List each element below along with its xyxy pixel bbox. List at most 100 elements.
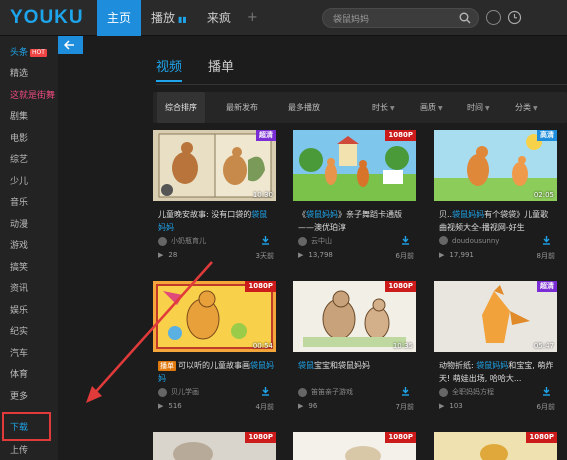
user-icon[interactable] <box>486 10 501 25</box>
playlist-tag: 播单 <box>158 361 176 371</box>
nav-laifeng[interactable]: 来疯 <box>197 0 241 36</box>
play-count-icon: ▶ <box>298 251 304 259</box>
video-meta: ▶ 516 4月前 <box>158 402 274 411</box>
uploader[interactable]: doudousunny <box>439 236 499 245</box>
download-icon[interactable] <box>401 387 410 396</box>
duration-label: 10:30 <box>252 191 273 199</box>
filter-time[interactable]: 时间 ▼ <box>467 92 490 123</box>
video-card[interactable]: 1080P <box>434 432 557 460</box>
sidebar-item-upload[interactable]: 上传 <box>10 443 28 459</box>
sidebar-item-games[interactable]: 游戏 <box>10 238 28 254</box>
uploader[interactable]: 笛笛亲子游戏 <box>298 387 353 397</box>
filter-category[interactable]: 分类 ▼ <box>515 92 538 123</box>
sidebar-item-auto[interactable]: 汽车 <box>10 346 28 362</box>
video-thumbnail[interactable]: 1080P 10:35 <box>293 281 416 352</box>
add-tab-button[interactable]: + <box>241 0 264 36</box>
video-title[interactable]: 《袋鼠妈妈》亲子舞蹈卡通版——澳优珀淳 <box>298 208 414 234</box>
filter-comprehensive[interactable]: 综合排序 <box>157 92 205 123</box>
play-count-icon: ▶ <box>439 251 445 259</box>
sidebar-item-jingxuan[interactable]: 精选 <box>10 66 28 82</box>
sidebar-item-toutiao[interactable]: 头条 HOT <box>10 45 47 61</box>
tab-divider <box>156 84 567 85</box>
filter-most-played[interactable]: 最多播放 <box>288 92 320 123</box>
sidebar-item-funny[interactable]: 搞笑 <box>10 260 28 276</box>
play-count-icon: ▶ <box>439 402 445 410</box>
sidebar-item-anime[interactable]: 动漫 <box>10 217 28 233</box>
video-meta: ▶ 13,798 6月前 <box>298 251 414 260</box>
top-bar: YOUKU 主页 播放 ▮▮ 来疯 + 袋鼠妈妈 <box>0 0 567 36</box>
sidebar-item-street-dance[interactable]: 这就是街舞 <box>10 88 55 104</box>
sidebar-item-entertainment[interactable]: 娱乐 <box>10 303 28 319</box>
quality-badge: 1080P <box>245 281 276 292</box>
sidebar-item-documentary[interactable]: 纪实 <box>10 324 28 340</box>
filter-quality[interactable]: 画质 ▼ <box>420 92 443 123</box>
collapse-sidebar-button[interactable] <box>58 36 83 54</box>
filter-duration[interactable]: 时长 ▼ <box>372 92 395 123</box>
uploader[interactable]: 贝儿学画 <box>158 387 199 397</box>
uploader[interactable]: 全职妈妈方程 <box>439 387 494 397</box>
video-title[interactable]: 动物折纸: 袋鼠妈妈和宝宝, 萌炸天! 萌娃出场, 哈哈大... <box>439 359 555 385</box>
video-title[interactable]: 袋鼠宝宝和袋鼠妈妈 <box>298 359 414 385</box>
video-thumbnail[interactable]: 超清 10:30 <box>153 130 276 201</box>
quality-badge: 1080P <box>385 432 416 443</box>
quality-badge: 1080P <box>385 130 416 141</box>
uploader-avatar-icon <box>158 387 167 397</box>
nav-play[interactable]: 播放 ▮▮ <box>141 0 197 36</box>
quality-badge: 高清 <box>537 130 557 141</box>
sidebar-item-movies[interactable]: 电影 <box>10 131 28 147</box>
sidebar: 头条 HOT 精选 这就是街舞 剧集 电影 综艺 少儿 音乐 动漫 游戏 搞笑 资… <box>0 36 58 460</box>
quality-badge: 1080P <box>245 432 276 443</box>
video-thumbnail[interactable]: 1080P <box>293 130 416 201</box>
video-thumbnail[interactable]: 超清 05:47 <box>434 281 557 352</box>
search-input[interactable]: 袋鼠妈妈 <box>322 8 479 28</box>
video-meta: ▶ 28 3天前 <box>158 251 274 260</box>
download-icon[interactable] <box>542 236 551 245</box>
sidebar-item-series[interactable]: 剧集 <box>10 109 28 125</box>
chevron-down-icon: ▼ <box>485 105 490 112</box>
search-icon[interactable] <box>459 12 471 24</box>
filter-bar: 综合排序 最新发布 最多播放 时长 ▼ 画质 ▼ 时间 ▼ 分类 ▼ <box>153 92 567 123</box>
video-thumbnail[interactable]: 1080P 00:54 <box>153 281 276 352</box>
video-meta: ▶ 96 7月前 <box>298 402 414 411</box>
sidebar-item-music[interactable]: 音乐 <box>10 195 28 211</box>
uploader[interactable]: 云中山 <box>298 236 332 246</box>
sidebar-item-sports[interactable]: 体育 <box>10 367 28 383</box>
nav-home[interactable]: 主页 <box>97 0 142 36</box>
video-title[interactable]: 播单 可以听的儿童故事画袋鼠妈妈 <box>158 359 274 385</box>
arrow-left-icon <box>63 40 74 50</box>
uploader-avatar-icon <box>439 236 448 245</box>
video-title[interactable]: 贝..袋鼠妈妈有个袋袋》儿童歌曲视频大全-播视网-好生 <box>439 208 555 234</box>
download-icon[interactable] <box>261 236 270 245</box>
uploader-avatar-icon <box>439 387 448 397</box>
history-clock-icon[interactable] <box>507 10 522 25</box>
chevron-down-icon: ▼ <box>533 105 538 112</box>
sidebar-item-variety[interactable]: 综艺 <box>10 152 28 168</box>
sidebar-item-news[interactable]: 资讯 <box>10 281 28 297</box>
quality-badge: 超清 <box>537 281 557 292</box>
duration-label: 05:47 <box>533 342 554 350</box>
uploader-avatar-icon <box>298 387 307 397</box>
video-title[interactable]: 儿童晚安故事: 没有口袋的袋鼠妈妈 <box>158 208 274 234</box>
uploader-avatar-icon <box>298 236 307 246</box>
video-card[interactable]: 1080P <box>293 432 416 460</box>
download-highlight-box <box>2 412 51 441</box>
sidebar-item-kids[interactable]: 少儿 <box>10 174 28 190</box>
play-count-icon: ▶ <box>158 251 164 259</box>
sidebar-item-more[interactable]: 更多 <box>10 389 28 405</box>
chevron-down-icon: ▼ <box>390 105 395 112</box>
video-thumbnail[interactable]: 高清 02:05 <box>434 130 557 201</box>
quality-badge: 1080P <box>385 281 416 292</box>
filter-latest[interactable]: 最新发布 <box>226 92 258 123</box>
video-card[interactable]: 1080P <box>153 432 276 460</box>
duration-label: 00:54 <box>252 342 273 350</box>
tab-videos[interactable]: 视频 <box>156 56 183 82</box>
play-count-icon: ▶ <box>298 402 304 410</box>
tab-bar: 视频 播单 <box>156 56 260 84</box>
download-icon[interactable] <box>261 387 270 396</box>
youku-logo[interactable]: YOUKU <box>10 7 84 29</box>
duration-label: 10:35 <box>392 342 413 350</box>
download-icon[interactable] <box>542 387 551 396</box>
tab-playlists[interactable]: 播单 <box>208 56 234 80</box>
uploader[interactable]: 小奶瓶育儿 <box>158 236 206 246</box>
download-icon[interactable] <box>401 236 410 245</box>
